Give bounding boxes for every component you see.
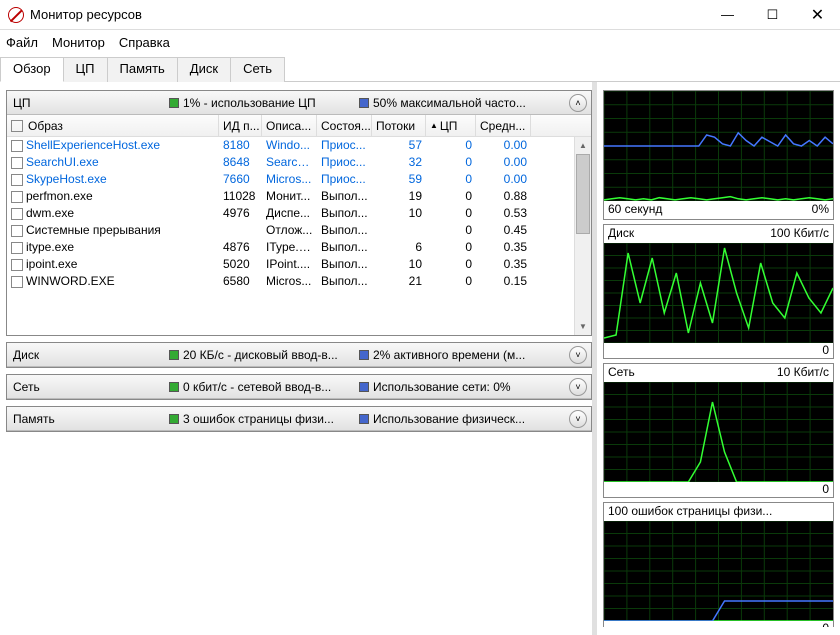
row-checkbox[interactable] [11, 225, 23, 237]
col-header[interactable]: Потоки [372, 115, 426, 136]
tab-network[interactable]: Сеть [230, 57, 285, 82]
row-checkbox[interactable] [11, 276, 23, 288]
tab-overview[interactable]: Обзор [0, 57, 64, 82]
cpu-table: ОбразИД п...Описа...Состоя...Потоки▲ЦПСр… [7, 115, 591, 335]
maximize-button[interactable]: ☐ [750, 0, 795, 30]
table-row[interactable]: dwm.exe4976Диспе...Выпол...1000.53 [7, 205, 591, 222]
mem-panel-header[interactable]: Память 3 ошибок страницы физи... Использ… [7, 407, 591, 431]
table-row[interactable]: itype.exe4876IType.exeВыпол...600.35 [7, 239, 591, 256]
cpu-panel-header[interactable]: ЦП 1% - использование ЦП 50% максимально… [7, 91, 591, 115]
menu-file[interactable]: Файл [6, 35, 38, 50]
col-header[interactable]: Образ [7, 115, 219, 136]
mem-panel: Память 3 ошибок страницы физи... Использ… [6, 406, 592, 432]
row-checkbox[interactable] [11, 242, 23, 254]
col-header[interactable]: ▲ЦП [426, 115, 476, 136]
cpu-panel: ЦП 1% - использование ЦП 50% максимально… [6, 90, 592, 336]
disk-graph: Диск100 Кбит/с 0 [603, 224, 834, 359]
net-panel-title: Сеть [13, 380, 169, 394]
row-checkbox[interactable] [11, 157, 23, 169]
table-row[interactable]: Системные прерыванияОтлож...Выпол...00.4… [7, 222, 591, 239]
row-checkbox[interactable] [11, 191, 23, 203]
mem-expand-button[interactable]: ˅ [569, 410, 587, 428]
minimize-button[interactable]: — [705, 0, 750, 30]
disk-expand-button[interactable]: ˅ [569, 346, 587, 364]
cpu-freq-swatch [359, 98, 369, 108]
row-checkbox[interactable] [11, 174, 23, 186]
app-icon [8, 7, 24, 23]
table-row[interactable]: SearchUI.exe8648Search ...Приос...3200.0… [7, 154, 591, 171]
tabbar: Обзор ЦП Память Диск Сеть [0, 56, 840, 82]
cpu-table-body: ShellExperienceHost.exe8180Windo...Приос… [7, 137, 591, 290]
mem-panel-title: Память [13, 412, 169, 426]
net-expand-button[interactable]: ˅ [569, 378, 587, 396]
tab-cpu[interactable]: ЦП [63, 57, 108, 82]
tab-memory[interactable]: Память [107, 57, 178, 82]
titlebar: Монитор ресурсов — ☐ ✕ [0, 0, 840, 30]
net-panel: Сеть 0 кбит/с - сетевой ввод-в... Исполь… [6, 374, 592, 400]
window-title: Монитор ресурсов [30, 7, 705, 22]
close-button[interactable]: ✕ [795, 0, 840, 30]
cpu-table-scrollbar[interactable] [574, 137, 591, 335]
main-panels: ЦП 1% - использование ЦП 50% максимально… [0, 82, 592, 635]
cpu-table-header: ОбразИД п...Описа...Состоя...Потоки▲ЦПСр… [7, 115, 591, 137]
table-row[interactable]: SkypeHost.exe7660Micros...Приос...5900.0… [7, 171, 591, 188]
disk-panel-header[interactable]: Диск 20 КБ/с - дисковый ввод-в... 2% акт… [7, 343, 591, 367]
side-graphs: 60 секунд0% Диск100 Кбит/с 0 Сеть10 Кбит… [597, 82, 840, 635]
cpu-graph: 60 секунд0% [603, 90, 834, 220]
row-checkbox[interactable] [11, 140, 23, 152]
col-header[interactable]: ИД п... [219, 115, 262, 136]
row-checkbox[interactable] [11, 208, 23, 220]
cpu-usage-swatch [169, 98, 179, 108]
table-row[interactable]: perfmon.exe11028Монит...Выпол...1900.88 [7, 188, 591, 205]
table-row[interactable]: ShellExperienceHost.exe8180Windo...Приос… [7, 137, 591, 154]
disk-panel: Диск 20 КБ/с - дисковый ввод-в... 2% акт… [6, 342, 592, 368]
table-row[interactable]: ipoint.exe5020IPoint....Выпол...1000.35 [7, 256, 591, 273]
menu-help[interactable]: Справка [119, 35, 170, 50]
menu-monitor[interactable]: Монитор [52, 35, 105, 50]
col-header[interactable]: Состоя... [317, 115, 372, 136]
net-panel-header[interactable]: Сеть 0 кбит/с - сетевой ввод-в... Исполь… [7, 375, 591, 399]
cpu-panel-title: ЦП [13, 96, 169, 110]
col-header[interactable]: Средн... [476, 115, 531, 136]
disk-panel-title: Диск [13, 348, 169, 362]
mem-graph: 100 ошибок страницы физи... 0 [603, 502, 834, 627]
col-header[interactable]: Описа... [262, 115, 317, 136]
cpu-collapse-button[interactable]: ˄ [569, 94, 587, 112]
menubar: Файл Монитор Справка [0, 30, 840, 54]
table-row[interactable]: WINWORD.EXE6580Micros...Выпол...2100.15 [7, 273, 591, 290]
net-graph: Сеть10 Кбит/с 0 [603, 363, 834, 498]
row-checkbox[interactable] [11, 259, 23, 271]
select-all-checkbox[interactable] [11, 120, 23, 132]
tab-disk[interactable]: Диск [177, 57, 231, 82]
sort-indicator-icon: ▲ [430, 121, 438, 130]
